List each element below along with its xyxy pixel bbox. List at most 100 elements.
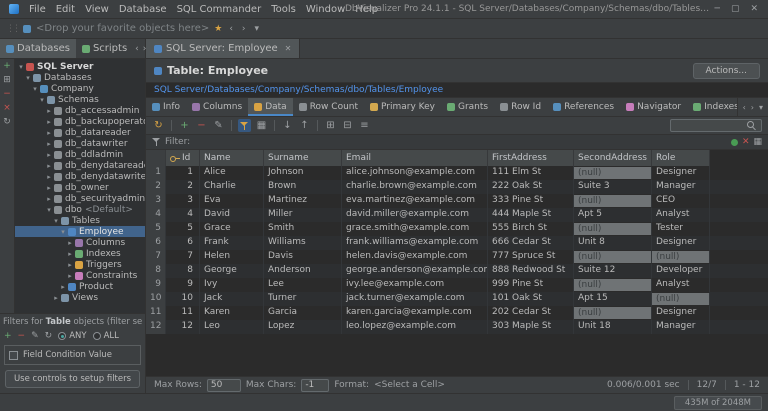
- cell-first_address[interactable]: 202 Cedar St: [488, 306, 574, 320]
- export-data-button[interactable]: ↓: [281, 119, 294, 132]
- radio-all[interactable]: ALL: [93, 331, 119, 341]
- cell-role[interactable]: (null): [652, 292, 710, 306]
- tab-data[interactable]: Data: [248, 98, 293, 116]
- cell-id[interactable]: 8: [166, 264, 200, 278]
- filter-rows-button[interactable]: [238, 119, 251, 132]
- radio-any[interactable]: ANY: [58, 331, 86, 341]
- row-number[interactable]: 7: [146, 250, 166, 264]
- row-number[interactable]: 8: [146, 264, 166, 278]
- cell-name[interactable]: Helen: [200, 250, 264, 264]
- filter-enabled-checkbox[interactable]: [9, 351, 18, 360]
- cell-id[interactable]: 10: [166, 292, 200, 306]
- tree-collapsed-arrow-icon[interactable]: ▸: [45, 195, 53, 203]
- cell-second_address[interactable]: Apt 15: [574, 292, 652, 306]
- cell-surname[interactable]: Lee: [264, 278, 342, 292]
- filter-grid-icon[interactable]: ▦: [753, 137, 762, 147]
- cell-name[interactable]: Eva: [200, 194, 264, 208]
- format-value[interactable]: <Select a Cell>: [374, 380, 445, 390]
- tab-sql-server-employee[interactable]: SQL Server: Employee ✕: [146, 39, 300, 58]
- cell-second_address[interactable]: (null): [574, 222, 652, 236]
- cell-first_address[interactable]: 333 Pine St: [488, 194, 574, 208]
- tree-item-db-denydatareader[interactable]: ▸db_denydatareader: [15, 160, 145, 171]
- history-back-icon[interactable]: ‹: [227, 24, 235, 34]
- row-number-header[interactable]: [146, 150, 166, 166]
- tree-item-constraints[interactable]: ▸Constraints: [15, 270, 145, 281]
- column-header-surname[interactable]: Surname: [264, 150, 342, 166]
- sidebar-tab-left-icon[interactable]: ‹: [133, 44, 141, 54]
- cell-name[interactable]: Frank: [200, 236, 264, 250]
- tabs-scroll-right-icon[interactable]: ›: [751, 103, 754, 112]
- row-number[interactable]: 3: [146, 194, 166, 208]
- row-number[interactable]: 12: [146, 320, 166, 334]
- tree-collapsed-arrow-icon[interactable]: ▸: [45, 118, 53, 126]
- tab-indexes[interactable]: Indexes: [687, 98, 736, 116]
- cell-role[interactable]: Manager: [652, 320, 710, 334]
- remove-filter-icon[interactable]: −: [18, 332, 26, 341]
- tree-collapsed-arrow-icon[interactable]: ▸: [66, 272, 74, 280]
- cell-email[interactable]: grace.smith@example.com: [342, 222, 488, 236]
- row-number[interactable]: 1: [146, 166, 166, 180]
- tree-collapsed-arrow-icon[interactable]: ▸: [66, 250, 74, 258]
- tree-expanded-arrow-icon[interactable]: ▾: [17, 63, 25, 71]
- cell-surname[interactable]: Brown: [264, 180, 342, 194]
- menu-view[interactable]: View: [80, 4, 114, 15]
- cell-first_address[interactable]: 555 Birch St: [488, 222, 574, 236]
- cell-name[interactable]: Jack: [200, 292, 264, 306]
- tab-databases[interactable]: Databases: [0, 39, 76, 58]
- cell-name[interactable]: Karen: [200, 306, 264, 320]
- disconnect-icon[interactable]: ×: [3, 104, 11, 113]
- cell-role[interactable]: Designer: [652, 306, 710, 320]
- tree-item-dbo[interactable]: ▾dbo<Default>: [15, 204, 145, 215]
- close-tab-icon[interactable]: ✕: [285, 44, 292, 53]
- tree-expanded-arrow-icon[interactable]: ▾: [59, 228, 67, 236]
- tabs-scroll-left-icon[interactable]: ‹: [743, 103, 746, 112]
- menu-sql-commander[interactable]: SQL Commander: [172, 4, 267, 15]
- tree-item-db-ddladmin[interactable]: ▸db_ddladmin: [15, 149, 145, 160]
- row-number[interactable]: 2: [146, 180, 166, 194]
- cell-surname[interactable]: Turner: [264, 292, 342, 306]
- cell-id[interactable]: 2: [166, 180, 200, 194]
- cell-role[interactable]: Analyst: [652, 208, 710, 222]
- cell-surname[interactable]: Johnson: [264, 166, 342, 180]
- tree-collapsed-arrow-icon[interactable]: ▸: [66, 239, 74, 247]
- memory-indicator[interactable]: 435M of 2048M: [674, 396, 762, 410]
- tree-collapsed-arrow-icon[interactable]: ▸: [45, 184, 53, 192]
- menu-tools[interactable]: Tools: [266, 4, 301, 15]
- tree-expanded-arrow-icon[interactable]: ▾: [24, 74, 32, 82]
- apply-filter-icon[interactable]: [731, 139, 738, 146]
- add-filter-icon[interactable]: +: [4, 332, 12, 341]
- tree-item-sql-server[interactable]: ▾SQL Server: [15, 61, 145, 72]
- cell-id[interactable]: 7: [166, 250, 200, 264]
- cell-first_address[interactable]: 666 Cedar St: [488, 236, 574, 250]
- cell-name[interactable]: Leo: [200, 320, 264, 334]
- cell-first_address[interactable]: 888 Redwood St: [488, 264, 574, 278]
- row-number[interactable]: 9: [146, 278, 166, 292]
- cell-email[interactable]: leo.lopez@example.com: [342, 320, 488, 334]
- cell-name[interactable]: Grace: [200, 222, 264, 236]
- cell-second_address[interactable]: (null): [574, 306, 652, 320]
- column-header-second_address[interactable]: SecondAddress: [574, 150, 652, 166]
- column-header-email[interactable]: Email: [342, 150, 488, 166]
- cell-name[interactable]: Charlie: [200, 180, 264, 194]
- cell-role[interactable]: Tester: [652, 222, 710, 236]
- select-columns-button[interactable]: ⊟: [341, 119, 354, 132]
- favorites-star-icon[interactable]: ★: [214, 24, 222, 34]
- actions-button[interactable]: Actions...: [693, 63, 760, 79]
- cell-first_address[interactable]: 222 Oak St: [488, 180, 574, 194]
- clear-filter-icon[interactable]: ✕: [742, 137, 750, 147]
- tab-navigator[interactable]: Navigator: [620, 98, 687, 116]
- tree-collapsed-arrow-icon[interactable]: ▸: [45, 151, 53, 159]
- cell-id[interactable]: 1: [166, 166, 200, 180]
- row-number[interactable]: 11: [146, 306, 166, 320]
- close-button[interactable]: ✕: [750, 4, 758, 14]
- maximize-button[interactable]: ▢: [731, 4, 740, 14]
- menu-database[interactable]: Database: [114, 4, 172, 15]
- cell-role[interactable]: CEO: [652, 194, 710, 208]
- tab-info[interactable]: Info: [146, 98, 186, 116]
- row-number[interactable]: 6: [146, 236, 166, 250]
- cell-first_address[interactable]: 777 Spruce St: [488, 250, 574, 264]
- cell-email[interactable]: david.miller@example.com: [342, 208, 488, 222]
- refresh-button[interactable]: ↻: [152, 119, 165, 132]
- tab-grants[interactable]: Grants: [441, 98, 494, 116]
- cell-role[interactable]: Analyst: [652, 278, 710, 292]
